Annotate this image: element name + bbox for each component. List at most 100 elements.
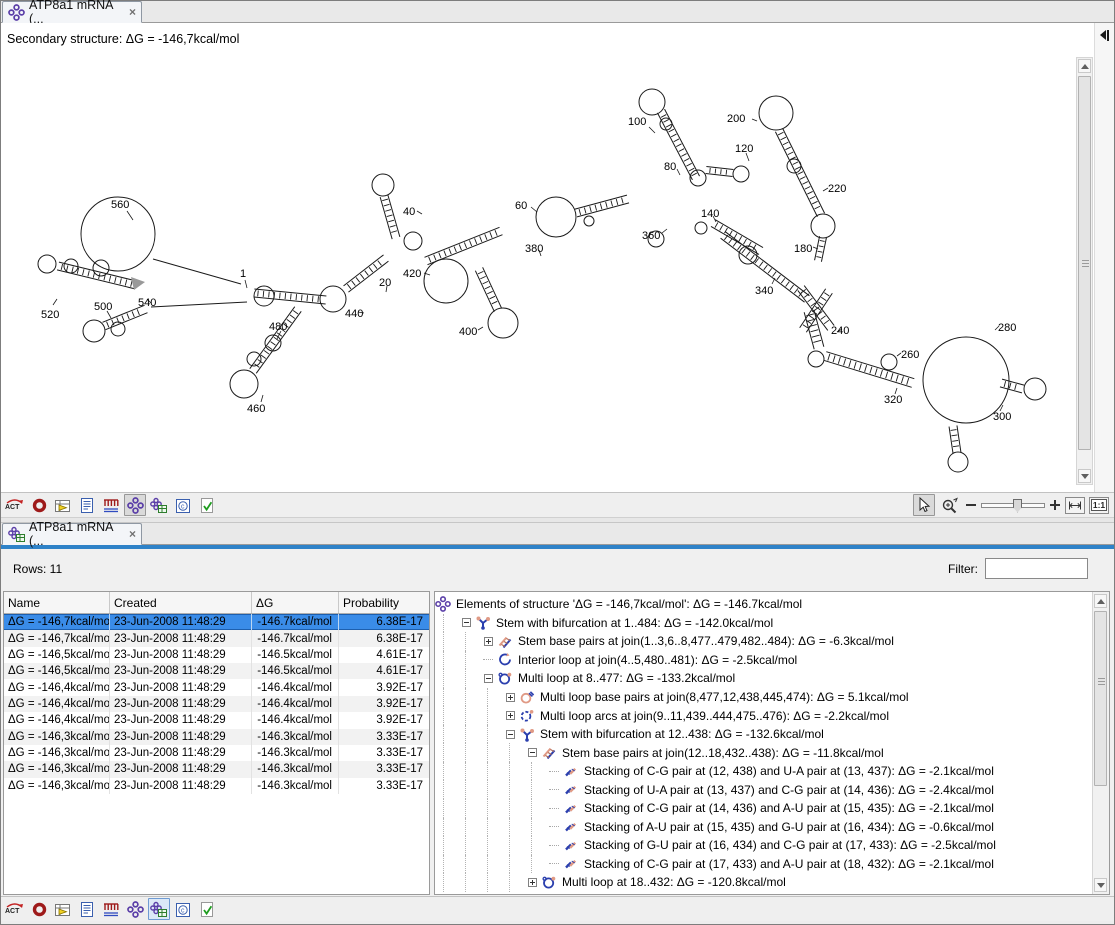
tree-leaf-connector — [549, 808, 559, 809]
zoom-slider[interactable] — [981, 503, 1045, 508]
tree-item-label: Stacking of U-A pair at (13, 437) and C-… — [584, 783, 994, 797]
view-clover-table-button[interactable] — [148, 898, 170, 920]
table-row[interactable]: ΔG = -146,5kcal/mol23-Jun-2008 11:48:29-… — [4, 663, 429, 679]
close-tab-icon[interactable]: × — [129, 6, 136, 18]
table-row[interactable]: ΔG = -146,7kcal/mol23-Jun-2008 11:48:29-… — [4, 614, 429, 630]
view-table-arrow-button[interactable] — [52, 898, 74, 920]
cell-dg: -146.7kcal/mol — [252, 630, 339, 646]
table-row[interactable]: ΔG = -146,7kcal/mol23-Jun-2008 11:48:29-… — [4, 630, 429, 646]
tree-guide-line — [487, 799, 505, 818]
view-text-doc-button[interactable] — [76, 494, 98, 516]
view-comb-button[interactable] — [100, 494, 122, 516]
structure-position-label: 460 — [247, 403, 265, 415]
column-header-dg[interactable]: ΔG — [252, 592, 339, 613]
tree-item[interactable]: Stacking of C-G pair at (17, 433) and A-… — [435, 855, 1091, 874]
structure-position-label: 60 — [515, 200, 527, 212]
view-comb-button[interactable] — [100, 898, 122, 920]
selection-cursor-button[interactable] — [913, 494, 935, 516]
tree-item-label: Stem with bifurcation at 1..484: ΔG = -1… — [496, 616, 773, 630]
zoom-in-icon[interactable] — [1049, 499, 1061, 511]
structure-position-label: 420 — [403, 268, 421, 280]
expand-icon[interactable] — [528, 878, 537, 887]
tree-item[interactable]: Stem base pairs at join(1..3,6..8,477..4… — [435, 632, 1091, 651]
view-donut-button[interactable] — [28, 898, 50, 920]
tree-vertical-scrollbar[interactable] — [1092, 592, 1109, 894]
zoom-100-button[interactable]: 1:1 — [1089, 497, 1109, 514]
cell-probability: 3.92E-17 — [339, 679, 429, 695]
column-header-created[interactable]: Created — [110, 592, 252, 613]
tree-guide-line — [443, 632, 461, 651]
table-row[interactable]: ΔG = -146,4kcal/mol23-Jun-2008 11:48:29-… — [4, 696, 429, 712]
collapse-icon[interactable] — [462, 618, 471, 627]
collapse-bar-icon — [1107, 30, 1109, 41]
bottom-view-toolbar: ACT c — [1, 896, 1114, 921]
table-row[interactable]: ΔG = -146,4kcal/mol23-Jun-2008 11:48:29-… — [4, 712, 429, 728]
tree-guide-line — [465, 818, 483, 837]
table-row[interactable]: ΔG = -146,3kcal/mol23-Jun-2008 11:48:29-… — [4, 778, 429, 794]
tree-item[interactable]: Elements of structure 'ΔG = -146,7kcal/m… — [435, 595, 1091, 614]
table-row[interactable]: ΔG = -146,3kcal/mol23-Jun-2008 11:48:29-… — [4, 745, 429, 761]
tab-structure-table-view[interactable]: ATP8a1 mRNA (... × — [2, 523, 142, 545]
tree-guide-line — [509, 743, 527, 762]
scroll-up-button[interactable] — [1078, 59, 1091, 73]
column-header-name[interactable]: Name — [4, 592, 110, 613]
collapse-icon[interactable] — [484, 674, 493, 683]
scroll-down-button[interactable] — [1078, 469, 1091, 483]
scroll-down-button[interactable] — [1094, 878, 1107, 892]
close-tab-icon[interactable]: × — [129, 528, 136, 540]
zoom-slider-thumb[interactable] — [1013, 499, 1022, 513]
table-row[interactable]: ΔG = -146,3kcal/mol23-Jun-2008 11:48:29-… — [4, 729, 429, 745]
tree-item[interactable]: Stem base pairs at join(12..18,432..438)… — [435, 743, 1091, 762]
tree-item[interactable]: Multi loop at 8..477: ΔG = -133.2kcal/mo… — [435, 669, 1091, 688]
tree-item[interactable]: Stacking of A-U pair at (15, 435) and G-… — [435, 818, 1091, 837]
column-header-probability[interactable]: Probability — [339, 592, 429, 613]
tree-item[interactable]: Multi loop at 18..432: ΔG = -120.8kcal/m… — [435, 873, 1091, 892]
view-clover-button[interactable] — [124, 494, 146, 516]
tree-item[interactable]: Stem with bifurcation at 12..438: ΔG = -… — [435, 725, 1091, 744]
expand-icon[interactable] — [484, 637, 493, 646]
view-act-button[interactable]: ACT — [4, 494, 26, 516]
stacking-icon — [563, 837, 580, 853]
collapse-icon[interactable] — [528, 748, 537, 757]
view-text-doc-button[interactable] — [76, 898, 98, 920]
tree-item[interactable]: Interior loop at join(4..5,480..481): ΔG… — [435, 651, 1091, 670]
view-table-arrow-button[interactable] — [52, 494, 74, 516]
tree-item[interactable]: Multi loop arcs at join(9..11,439..444,4… — [435, 706, 1091, 725]
view-clover-button[interactable] — [124, 898, 146, 920]
table-row[interactable]: ΔG = -146,4kcal/mol23-Jun-2008 11:48:29-… — [4, 679, 429, 695]
zoom-out-icon[interactable] — [965, 499, 977, 511]
tree-item[interactable]: Stem with bifurcation at 1..484: ΔG = -1… — [435, 614, 1091, 633]
scroll-up-button[interactable] — [1094, 594, 1107, 608]
view-copyright-button[interactable]: c — [172, 898, 194, 920]
view-donut-button[interactable] — [28, 494, 50, 516]
tree-item[interactable]: Multi loop base pairs at join(8,477,12,4… — [435, 688, 1091, 707]
filter-input[interactable] — [985, 558, 1088, 579]
structure-canvas[interactable]: Secondary structure: ΔG = -146,7kcal/mol… — [1, 23, 1114, 492]
tree-item[interactable]: Stacking of U-A pair at (13, 437) and C-… — [435, 780, 1091, 799]
tab-secondary-structure-view[interactable]: ATP8a1 mRNA (... × — [2, 1, 142, 23]
tree-item[interactable]: Stacking of G-U pair at (16, 434) and C-… — [435, 836, 1091, 855]
view-check-doc-button[interactable] — [196, 494, 218, 516]
vertical-scrollbar[interactable] — [1076, 57, 1093, 485]
expand-icon[interactable] — [506, 693, 515, 702]
collapse-side-panel-button[interactable] — [1097, 28, 1111, 42]
tree-leaf-connector — [549, 771, 559, 772]
scrollbar-thumb[interactable] — [1078, 76, 1091, 450]
zoom-in-tool-button[interactable] — [939, 494, 961, 516]
tree-item[interactable]: Stacking of C-G pair at (12, 438) and U-… — [435, 762, 1091, 781]
fit-width-button[interactable] — [1065, 497, 1085, 514]
view-act-button[interactable]: ACT — [4, 898, 26, 920]
tree-item[interactable]: Stacking of C-G pair at (14, 436) and A-… — [435, 799, 1091, 818]
stacking-icon — [563, 782, 580, 798]
text-doc-icon — [79, 901, 95, 918]
view-clover-table-button[interactable] — [148, 494, 170, 516]
view-copyright-button[interactable]: c — [172, 494, 194, 516]
view-check-doc-button[interactable] — [196, 898, 218, 920]
collapse-icon[interactable] — [506, 730, 515, 739]
scrollbar-thumb[interactable] — [1094, 611, 1107, 786]
tree-guide-line — [465, 725, 483, 744]
table-row[interactable]: ΔG = -146,5kcal/mol23-Jun-2008 11:48:29-… — [4, 647, 429, 663]
table-row[interactable]: ΔG = -146,3kcal/mol23-Jun-2008 11:48:29-… — [4, 761, 429, 777]
expand-icon[interactable] — [506, 711, 515, 720]
tree-item-label: Stacking of C-G pair at (17, 433) and A-… — [584, 857, 994, 871]
